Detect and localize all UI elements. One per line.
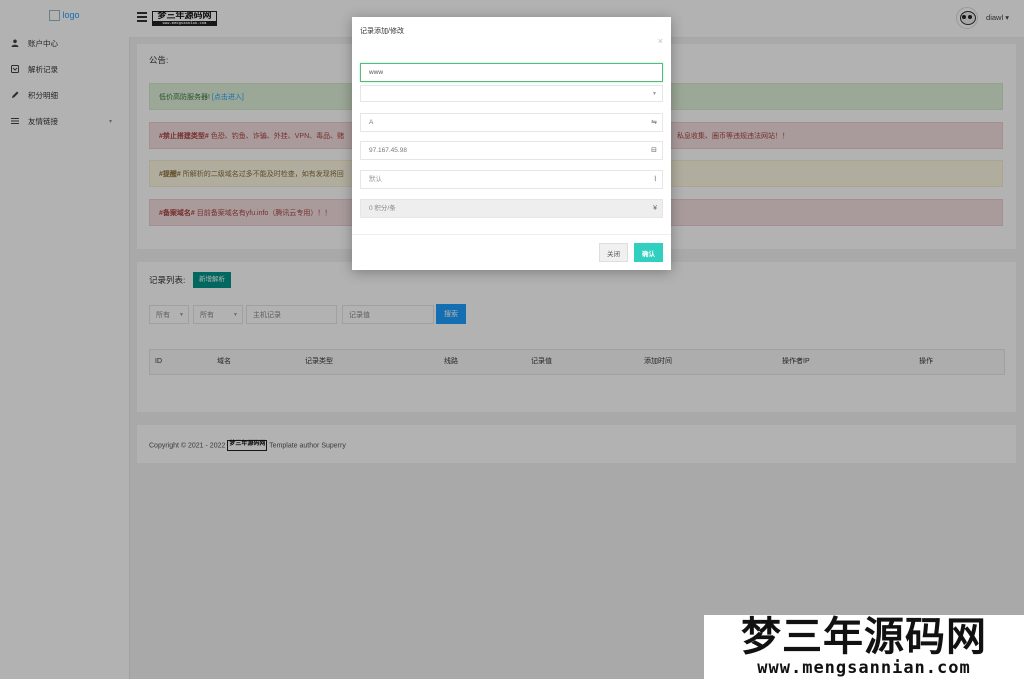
sliders-icon: ⇋ <box>651 119 657 126</box>
dialog-divider <box>352 234 671 235</box>
record-type-select[interactable]: A ⇋ <box>360 113 663 132</box>
yen-icon: ¥ <box>653 205 657 212</box>
close-icon[interactable]: × <box>658 36 663 46</box>
cancel-button[interactable]: 关闭 <box>599 243 628 262</box>
record-value-input[interactable]: 97.167.45.98 ⊟ <box>360 141 663 160</box>
record-edit-dialog: 记录添加/修改 × www ▼ A ⇋ 97.167.45.98 ⊟ 默认 ⌇ … <box>352 17 671 270</box>
cost-value: 0 积分/条 <box>369 205 396 212</box>
cost-field: 0 积分/条 ¥ <box>360 199 663 218</box>
watermark-title: 梦三年源码网 <box>741 613 987 660</box>
host-record-value: www <box>369 69 384 76</box>
domain-select[interactable]: ▼ <box>360 85 663 102</box>
record-type-value: A <box>369 119 374 126</box>
host-record-input[interactable]: www <box>360 63 663 82</box>
confirm-button[interactable]: 确认 <box>634 243 663 262</box>
watermark: 梦三年源码网 www.mengsannian.com <box>704 615 1024 679</box>
line-value: 默认 <box>369 176 382 183</box>
line-select[interactable]: 默认 ⌇ <box>360 170 663 189</box>
record-value: 97.167.45.98 <box>369 147 407 154</box>
dialog-title: 记录添加/修改 <box>360 28 404 35</box>
route-icon: ⌇ <box>653 176 657 183</box>
server-icon: ⊟ <box>651 147 657 154</box>
watermark-url: www.mengsannian.com <box>757 658 971 678</box>
caret-down-icon: ▼ <box>652 91 657 97</box>
